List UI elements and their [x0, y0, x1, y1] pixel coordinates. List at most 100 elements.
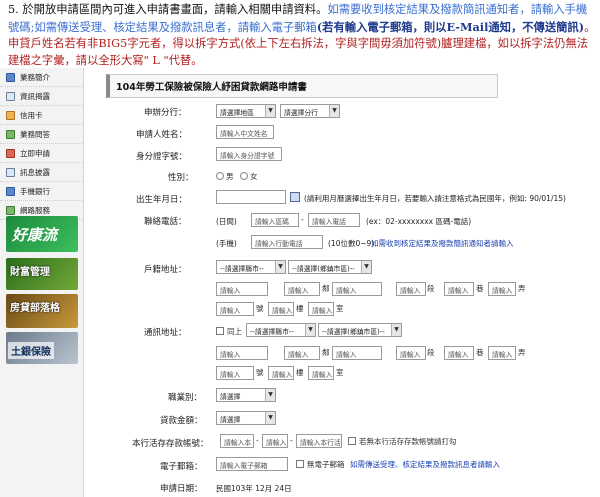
instruction-step: 5. 於開放申請區間內可進入申請書畫面，請輸入相關申請資料。	[8, 3, 328, 16]
banner-label: 好康流	[12, 226, 58, 244]
gender-male-radio[interactable]	[216, 172, 224, 180]
phone-dash: -	[301, 215, 304, 224]
account-part2-input[interactable]: 請輸入	[262, 434, 288, 448]
suffix-alley: 弄	[518, 348, 526, 357]
name-input[interactable]: 請輸入中文姓名	[216, 125, 274, 139]
suffix-floor: 樓	[296, 304, 304, 313]
mailing-county-select[interactable]: --請選擇縣市-- ▼	[246, 323, 316, 337]
mailing-road-input[interactable]: 請輸入	[332, 346, 382, 360]
sidebar-item-faq[interactable]: 業務問答	[0, 125, 84, 144]
household-alley-input[interactable]: 請輸入	[488, 282, 516, 296]
household-section-input[interactable]: 請輸入	[396, 282, 426, 296]
email-note-link[interactable]: 如需傳送受理、核定結果及撥款訊息者請輸入	[350, 459, 500, 470]
sidebar-item-label: 網路服務	[20, 205, 50, 215]
sidebar-item-mobile-bank[interactable]: 手機銀行	[0, 182, 84, 201]
household-village-input[interactable]: 請輸入	[216, 282, 268, 296]
occupation-select[interactable]: 請選擇 ▼	[216, 388, 276, 402]
account-part1-input[interactable]: 請輸入本	[220, 434, 254, 448]
mailing-number-input[interactable]: 請輸入	[216, 366, 254, 380]
household-neighborhood-input[interactable]: 請輸入	[284, 282, 320, 296]
apply-icon	[6, 148, 15, 158]
mobile-icon	[6, 186, 15, 196]
sidebar: 業務簡介 資訊揭露 信用卡 業務問答 立即申請 訊息披露 手機銀行 網路服務 好…	[0, 68, 84, 497]
email-input[interactable]: 請輸入電子郵箱	[216, 457, 288, 471]
mailing-alley-input[interactable]: 請輸入	[488, 346, 516, 360]
mailing-district-value: --請選擇(鄉鎮市區)--	[322, 328, 385, 336]
question-icon	[6, 129, 15, 139]
gender-female-label: 女	[250, 172, 258, 181]
region-select[interactable]: 請選擇地區 ▼	[216, 104, 276, 118]
sidebar-item-credit-card[interactable]: 信用卡	[0, 106, 84, 125]
day-phone-label: (日間)	[216, 217, 237, 226]
birthdate-label: 出生年月日：	[136, 195, 188, 205]
no-account-checkbox[interactable]	[348, 437, 356, 445]
region-select-value: 請選擇地區	[220, 109, 254, 117]
account-dash: -	[256, 436, 259, 445]
no-account-label: 若無本行活存存款帳號請打勾	[359, 437, 457, 446]
calendar-icon[interactable]	[290, 192, 300, 202]
mailing-section-input[interactable]: 請輸入	[396, 346, 426, 360]
apply-date-label: 申請日期：	[160, 484, 203, 494]
sidebar-item-label: 資訊揭露	[20, 91, 50, 101]
suffix-section: 段	[427, 284, 435, 293]
instruction-email-note: (若有輸入電子郵箱，則以E-Mail通知，不傳送簡訊)	[316, 19, 585, 34]
household-number-input[interactable]: 請輸入	[216, 302, 254, 316]
mobile-input[interactable]: 請輸入行動電話	[251, 235, 323, 249]
same-address-label: 同上	[227, 327, 242, 336]
sidebar-item-label: 信用卡	[20, 110, 43, 120]
mailing-neighborhood-input[interactable]: 請輸入	[284, 346, 320, 360]
mailing-room-input[interactable]: 請輸入	[308, 366, 334, 380]
phone-label: 聯絡電話：	[144, 217, 187, 227]
mailing-village-input[interactable]: 請輸入	[216, 346, 268, 360]
no-email-checkbox[interactable]	[296, 460, 304, 468]
suffix-section: 段	[427, 348, 435, 357]
mailing-lane-input[interactable]: 請輸入	[444, 346, 474, 360]
branch-select[interactable]: 請選擇分行 ▼	[280, 104, 340, 118]
account-part3-input[interactable]: 請輸入本行活存帳	[296, 434, 342, 448]
sidebar-item-label: 立即申請	[20, 148, 50, 158]
network-icon	[6, 205, 15, 215]
suffix-alley: 弄	[518, 284, 526, 293]
household-room-input[interactable]: 請輸入	[308, 302, 334, 316]
phone-number-input[interactable]: 請輸入電話	[308, 213, 360, 227]
mobile-hint: (10位數0~9)	[328, 239, 375, 248]
chevron-down-icon: ▼	[265, 105, 275, 117]
sidebar-item-disclosure[interactable]: 資訊揭露	[0, 87, 84, 106]
form-title: 104年勞工保險被保險人紓困貸款網路申請書	[106, 74, 498, 98]
sidebar-item-apply[interactable]: 立即申請	[0, 144, 84, 163]
chevron-down-icon: ▼	[265, 389, 275, 401]
household-county-select[interactable]: --請選擇縣市-- ▼	[216, 260, 286, 274]
name-label: 申請人姓名：	[136, 130, 188, 140]
suffix-neighborhood: 鄰	[322, 348, 330, 357]
promo-banner-deals[interactable]: 好康流	[6, 216, 78, 252]
promo-banner-wealth[interactable]: 財富管理	[6, 258, 78, 290]
household-lane-input[interactable]: 請輸入	[444, 282, 474, 296]
household-district-select[interactable]: --請選擇(鄉鎮市區)-- ▼	[288, 260, 372, 274]
household-district-value: --請選擇(鄉鎮市區)--	[292, 265, 355, 273]
mailing-floor-input[interactable]: 請輸入	[268, 366, 294, 380]
branch-select-value: 請選擇分行	[284, 109, 318, 117]
sidebar-item-messages[interactable]: 訊息披露	[0, 163, 84, 182]
phone-area-input[interactable]: 請輸入區碼	[251, 213, 299, 227]
message-icon	[6, 167, 15, 177]
loan-amount-label: 貸款金額：	[160, 416, 203, 426]
household-floor-input[interactable]: 請輸入	[268, 302, 294, 316]
suffix-number: 號	[256, 368, 264, 377]
sidebar-item-business-intro[interactable]: 業務簡介	[0, 68, 84, 87]
mailing-district-select[interactable]: --請選擇(鄉鎮市區)-- ▼	[318, 323, 402, 337]
chevron-down-icon: ▼	[391, 324, 401, 336]
promo-banner-insurance[interactable]: 土銀保險	[6, 332, 78, 364]
id-label: 身分證字號：	[136, 152, 188, 162]
gender-female-radio[interactable]	[240, 172, 248, 180]
branch-label: 申辦分行：	[144, 108, 187, 118]
household-road-input[interactable]: 請輸入	[332, 282, 382, 296]
mobile-sms-note-link[interactable]: 如需收到核定結果及撥款簡訊通知者請輸入	[371, 238, 514, 249]
same-address-checkbox[interactable]	[216, 327, 224, 335]
promo-banner-mortgage-blog[interactable]: 房貸部落格	[6, 294, 78, 328]
phone-example: (ex：02-xxxxxxxx 區碼-電話)	[366, 217, 472, 226]
loan-amount-select[interactable]: 請選擇 ▼	[216, 411, 276, 425]
id-number-input[interactable]: 請輸入身分證字號	[216, 147, 282, 161]
birthdate-input[interactable]	[216, 190, 286, 204]
banner-label: 土銀保險	[8, 342, 54, 359]
sidebar-item-label: 業務問答	[20, 129, 50, 139]
